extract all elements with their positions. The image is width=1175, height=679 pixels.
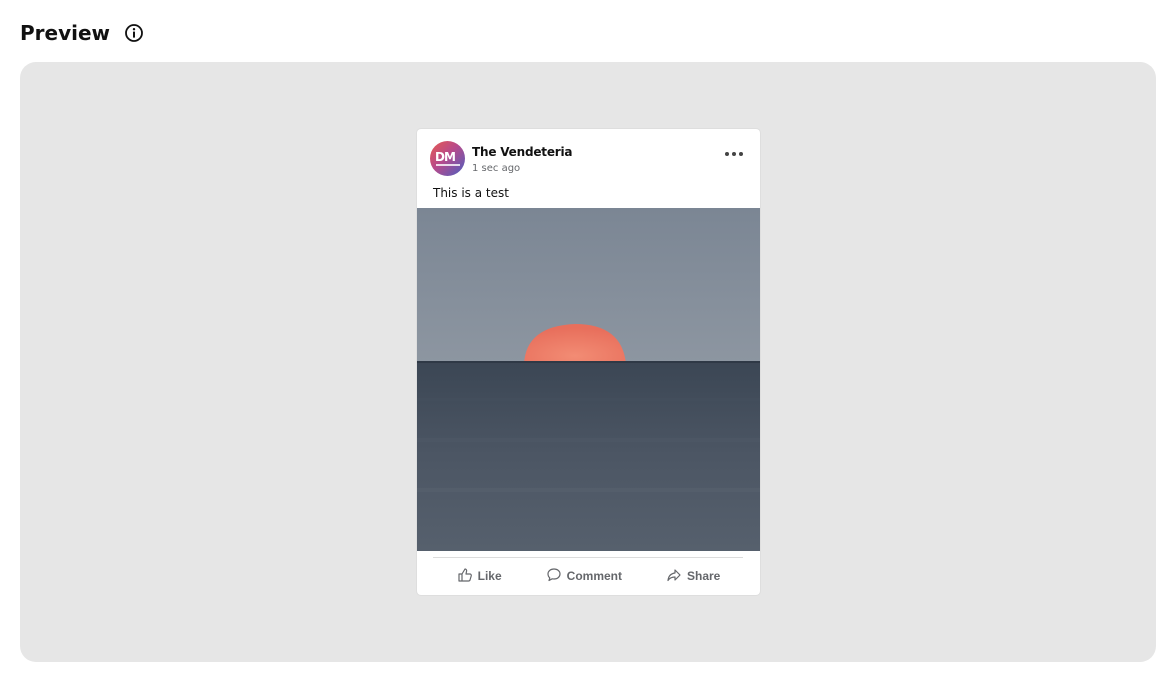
comment-label: Comment	[566, 569, 622, 583]
thumbs-up-icon	[457, 567, 473, 586]
more-options-button[interactable]	[722, 145, 746, 163]
post-actions: Like Comment Share	[417, 559, 760, 593]
preview-header: Preview	[20, 18, 144, 48]
page-title: Preview	[20, 21, 111, 45]
comment-button[interactable]: Comment	[524, 559, 644, 593]
avatar-underline	[436, 164, 460, 166]
comment-icon	[546, 567, 562, 586]
like-label: Like	[477, 569, 502, 583]
sunset-image	[417, 208, 760, 551]
like-button[interactable]: Like	[435, 559, 524, 593]
post-text: This is a test	[433, 186, 509, 200]
avatar[interactable]: DM	[430, 141, 465, 176]
info-icon[interactable]	[124, 23, 144, 43]
post-photo	[417, 208, 760, 551]
more-horizontal-icon	[725, 152, 743, 156]
preview-area: DM The Vendeteria 1 sec ago This is a te…	[20, 62, 1156, 662]
page-name[interactable]: The Vendeteria	[472, 145, 572, 159]
share-icon	[666, 567, 682, 586]
post-card: DM The Vendeteria 1 sec ago This is a te…	[417, 129, 760, 595]
post-timestamp: 1 sec ago	[472, 163, 521, 174]
avatar-initials: DM	[435, 150, 456, 164]
actions-divider	[433, 557, 743, 558]
post-header: DM The Vendeteria 1 sec ago	[417, 129, 760, 181]
share-label: Share	[687, 569, 721, 583]
share-button[interactable]: Share	[644, 559, 742, 593]
